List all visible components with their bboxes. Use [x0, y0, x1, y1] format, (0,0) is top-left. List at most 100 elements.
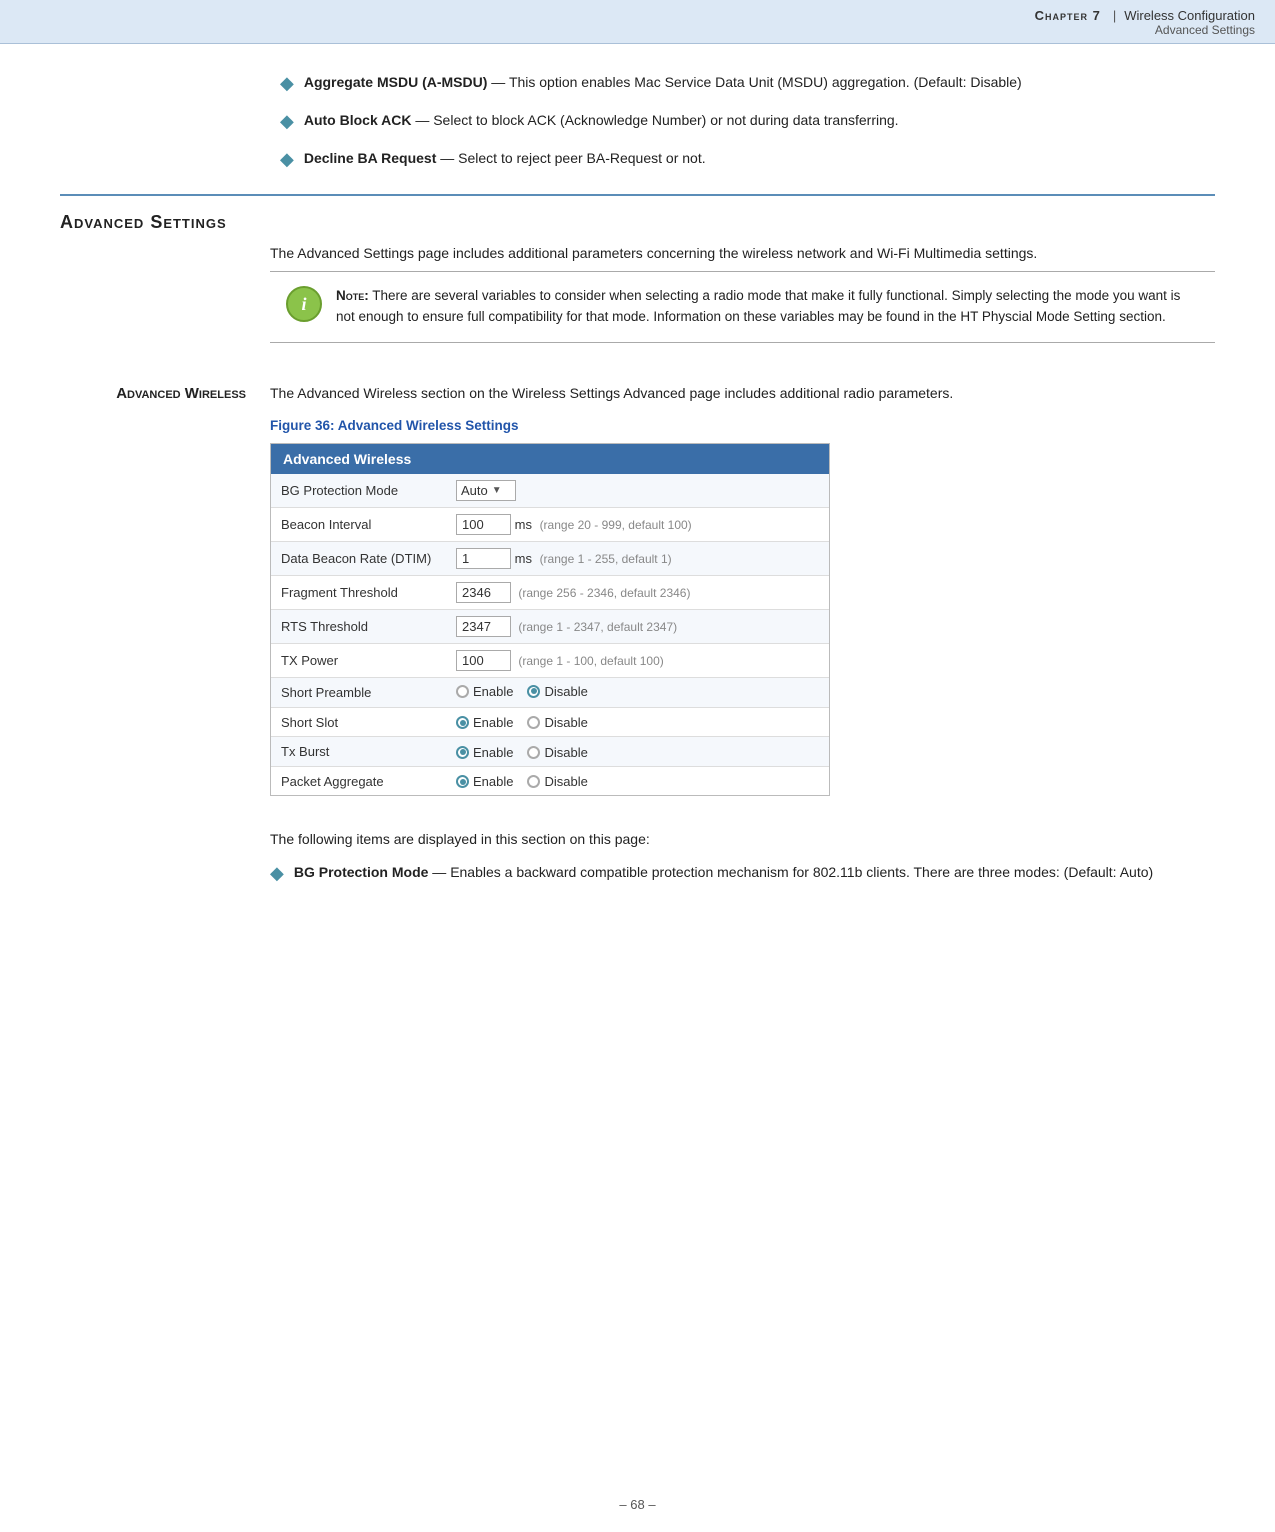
bg-bullet-item: ◆ BG Protection Mode — Enables a backwar… — [270, 862, 1215, 884]
table-row: TX Power100 (range 1 - 100, default 100) — [271, 643, 829, 677]
bullet-text-2: Auto Block ACK — Select to block ACK (Ac… — [304, 110, 899, 131]
radio-label: Enable — [473, 715, 513, 730]
row-value[interactable]: Enable Disable — [446, 766, 829, 795]
row-value[interactable]: 2347 (range 1 - 2347, default 2347) — [446, 609, 829, 643]
range-text: (range 1 - 100, default 100) — [515, 654, 664, 668]
radio-circle — [456, 746, 469, 759]
bg-bullet-diamond: ◆ — [270, 863, 284, 884]
adv-wireless-desc: The Advanced Wireless section on the Wir… — [270, 383, 1215, 404]
chapter-label: Chapter 7 — [1035, 8, 1101, 23]
row-label: Data Beacon Rate (DTIM) — [271, 541, 446, 575]
adv-settings-section: Advanced Settings The Advanced Settings … — [60, 212, 1215, 367]
row-value[interactable]: Auto▼ — [446, 474, 829, 508]
radio-label: Enable — [473, 684, 513, 699]
select-arrow: ▼ — [492, 485, 502, 496]
table-row: BG Protection Mode Auto▼ — [271, 474, 829, 508]
input-field[interactable]: 100 — [456, 514, 511, 535]
radio-label: Disable — [544, 715, 587, 730]
radio-circle — [456, 716, 469, 729]
row-value[interactable]: 100 ms (range 20 - 999, default 100) — [446, 507, 829, 541]
range-text: (range 1 - 255, default 1) — [540, 552, 672, 566]
bullet-term-3: Decline BA Request — [304, 150, 437, 166]
bg-bullet-term: BG Protection Mode — [294, 864, 429, 880]
row-value[interactable]: Enable Disable — [446, 707, 829, 737]
row-label: RTS Threshold — [271, 609, 446, 643]
radio-group: Enable Disable — [456, 774, 588, 789]
bullet-dash-1: — — [491, 74, 509, 90]
radio-circle — [527, 685, 540, 698]
note-box: i Note: There are several variables to c… — [270, 271, 1215, 343]
page-number: – 68 – — [619, 1497, 655, 1512]
bullet-diamond-3: ◆ — [280, 149, 294, 170]
row-value[interactable]: 100 (range 1 - 100, default 100) — [446, 643, 829, 677]
header-separator: | — [1113, 8, 1116, 23]
radio-item[interactable]: Disable — [527, 745, 587, 760]
header-subtitle: Advanced Settings — [1155, 23, 1255, 37]
radio-label: Enable — [473, 745, 513, 760]
bullet-text-3: Decline BA Request — Select to reject pe… — [304, 148, 706, 169]
bullet-item-3: ◆ Decline BA Request — Select to reject … — [280, 148, 1215, 170]
page-header: Chapter 7 | Wireless Configuration Advan… — [0, 0, 1275, 44]
header-title: Wireless Configuration — [1124, 8, 1255, 23]
input-field[interactable]: 1 — [456, 548, 511, 569]
wireless-table-wrapper: Advanced Wireless BG Protection ModeAuto… — [270, 443, 830, 797]
row-label: Short Preamble — [271, 677, 446, 707]
main-content: ◆ Aggregate MSDU (A-MSDU) — This option … — [0, 44, 1275, 956]
input-field[interactable]: 2347 — [456, 616, 511, 637]
input-field[interactable]: 100 — [456, 650, 511, 671]
section-divider-1 — [60, 194, 1215, 196]
table-row: Packet Aggregate Enable Disable — [271, 766, 829, 795]
radio-circle — [527, 746, 540, 759]
adv-wireless-content: The Advanced Wireless section on the Wir… — [270, 383, 1215, 901]
row-label: Tx Burst — [271, 737, 446, 767]
following-text: The following items are displayed in thi… — [270, 829, 1215, 850]
radio-item[interactable]: Enable — [456, 684, 513, 699]
radio-item[interactable]: Enable — [456, 774, 513, 789]
bullet-diamond-2: ◆ — [280, 111, 294, 132]
select-input[interactable]: Auto▼ — [456, 480, 516, 501]
radio-label: Disable — [544, 745, 587, 760]
radio-circle — [527, 716, 540, 729]
radio-circle — [456, 775, 469, 788]
row-label: BG Protection Mode — [271, 474, 446, 508]
table-row: Fragment Threshold2346 (range 256 - 2346… — [271, 575, 829, 609]
radio-item[interactable]: Enable — [456, 715, 513, 730]
row-value[interactable]: Enable Disable — [446, 677, 829, 707]
bullet-dash-2: — — [415, 112, 433, 128]
adv-settings-desc: The Advanced Settings page includes addi… — [270, 245, 1215, 367]
radio-item[interactable]: Disable — [527, 715, 587, 730]
bullet-term-2: Auto Block ACK — [304, 112, 412, 128]
row-value[interactable]: Enable Disable — [446, 737, 829, 767]
radio-item[interactable]: Disable — [527, 774, 587, 789]
row-value[interactable]: 1 ms (range 1 - 255, default 1) — [446, 541, 829, 575]
table-row: Short Preamble Enable Disable — [271, 677, 829, 707]
row-value[interactable]: 2346 (range 256 - 2346, default 2346) — [446, 575, 829, 609]
table-row: Beacon Interval100 ms (range 20 - 999, d… — [271, 507, 829, 541]
radio-item[interactable]: Enable — [456, 745, 513, 760]
header-line1: Chapter 7 | Wireless Configuration — [1035, 8, 1255, 23]
bg-bullet-text: BG Protection Mode — Enables a backward … — [294, 862, 1153, 883]
bullet-desc-3: Select to reject peer BA-Request or not. — [458, 150, 705, 166]
bullet-item-2: ◆ Auto Block ACK — Select to block ACK (… — [280, 110, 1215, 132]
wireless-table: Advanced Wireless BG Protection ModeAuto… — [271, 444, 829, 796]
page-footer: – 68 – — [0, 1497, 1275, 1512]
adv-settings-label-spacer — [60, 245, 270, 247]
table-row: Tx Burst Enable Disable — [271, 737, 829, 767]
radio-item[interactable]: Disable — [527, 684, 587, 699]
row-label: Packet Aggregate — [271, 766, 446, 795]
note-icon: i — [286, 286, 322, 322]
row-label: Beacon Interval — [271, 507, 446, 541]
bullet-desc-2: Select to block ACK (Acknowledge Number)… — [433, 112, 898, 128]
bullet-desc-1: This option enables Mac Service Data Uni… — [509, 74, 1022, 90]
table-row: RTS Threshold2347 (range 1 - 2347, defau… — [271, 609, 829, 643]
radio-label: Disable — [544, 774, 587, 789]
bg-bullet-dash: — — [432, 864, 450, 880]
figure-caption: Figure 36: Advanced Wireless Settings — [270, 418, 1215, 433]
radio-group: Enable Disable — [456, 745, 588, 760]
input-field[interactable]: 2346 — [456, 582, 511, 603]
radio-label: Disable — [544, 684, 587, 699]
bullet-text-1: Aggregate MSDU (A-MSDU) — This option en… — [304, 72, 1022, 93]
bullet-term-1: Aggregate MSDU (A-MSDU) — [304, 74, 488, 90]
table-row: Short SlotEnableDisable — [271, 707, 829, 737]
range-text: (range 20 - 999, default 100) — [540, 518, 692, 532]
